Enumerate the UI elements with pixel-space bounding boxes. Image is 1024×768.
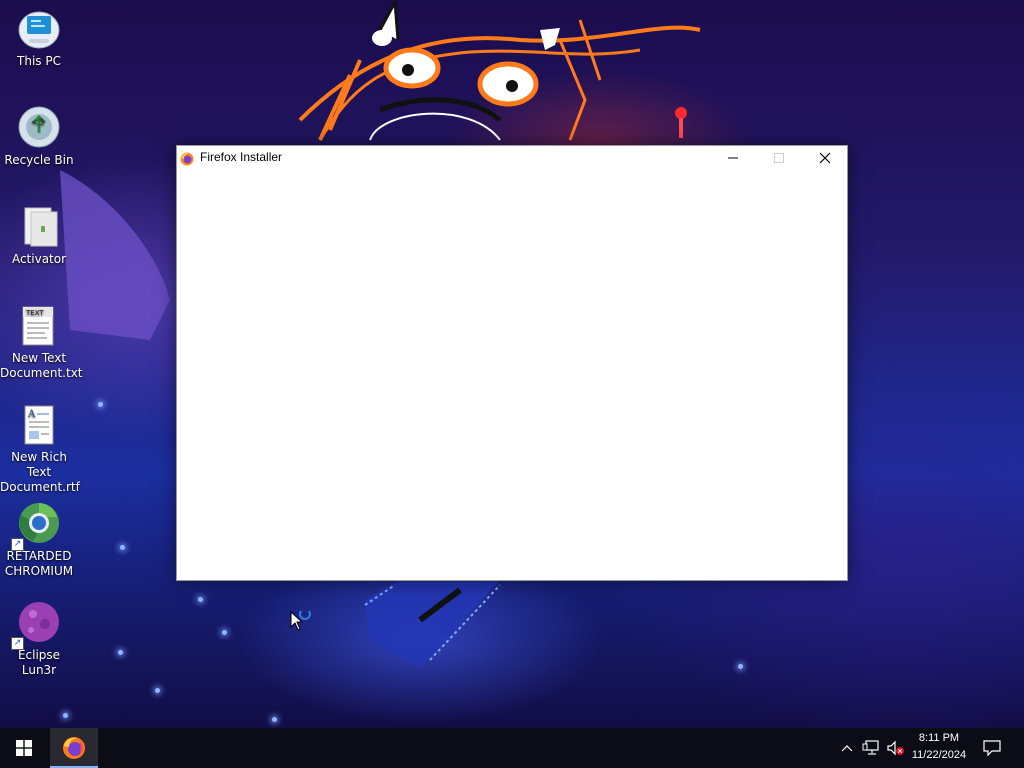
computer-icon (17, 6, 61, 50)
wallpaper-star (63, 713, 68, 718)
window-title: Firefox Installer (200, 150, 283, 164)
wallpaper-star (120, 545, 125, 550)
svg-text:<3: <3 (31, 118, 44, 128)
desktop-icon-label: Eclipse Lun3r (17, 648, 61, 677)
desktop-icon-label: This PC (17, 54, 61, 68)
mouse-cursor (290, 608, 316, 637)
start-button[interactable] (0, 728, 48, 768)
shortcut-arrow-icon: ↗ (11, 637, 24, 650)
desktop-icon-label: Recycle Bin (4, 153, 74, 167)
taskbar-clock[interactable]: 8:11 PM 11/22/2024 (906, 730, 972, 766)
application-icon (17, 204, 61, 248)
window-content (177, 170, 847, 580)
action-center-icon (983, 740, 1001, 756)
desktop-icon-label: Activator (11, 252, 67, 266)
taskbar: 8:11 PM 11/22/2024 (0, 728, 1024, 768)
shortcut-arrow-icon: ↗ (11, 538, 24, 551)
chromium-icon: ↗ (11, 501, 61, 551)
desktop-icon-eclipse-lun3r[interactable]: ↗ Eclipse Lun3r (0, 596, 78, 692)
desktop-icon-this-pc[interactable]: This PC (0, 2, 78, 98)
desktop-icon-retarded-chromium[interactable]: ↗ RETARDED CHROMIUM (0, 497, 78, 593)
desktop-icon-activator[interactable]: Activator (0, 200, 78, 296)
wallpaper-star (198, 597, 203, 602)
maximize-icon (773, 153, 784, 163)
eclipse-lun3r-icon: ↗ (11, 600, 61, 650)
recycle-bin-icon: <3 (17, 105, 61, 149)
firefox-installer-window[interactable]: Firefox Installer (176, 145, 848, 581)
minimize-button[interactable] (710, 146, 755, 170)
desktop[interactable]: This PC <3 Recycle Bin Activator TEXT Ne… (0, 0, 1024, 728)
network-button[interactable] (859, 728, 883, 768)
clock-time: 8:11 PM (918, 732, 960, 744)
desktop-icon-label: RETARDED CHROMIUM (4, 549, 74, 578)
wallpaper-star (98, 402, 103, 407)
desktop-icon-new-rich-text-document[interactable]: A New Rich Text Document.rtf (0, 398, 80, 494)
tray-overflow-button[interactable] (836, 728, 858, 768)
wallpaper-star (738, 664, 743, 669)
taskbar-app-firefox[interactable] (50, 728, 98, 768)
maximize-button[interactable] (756, 146, 801, 170)
close-icon (819, 152, 830, 164)
wallpaper-star (118, 650, 123, 655)
firefox-icon (63, 737, 85, 759)
wallpaper-star (272, 717, 277, 722)
windows-start-icon (16, 740, 32, 756)
wallpaper-star (222, 630, 227, 635)
svg-text:TEXT: TEXT (25, 309, 44, 317)
text-document-icon: TEXT (17, 303, 61, 347)
minimize-icon (727, 157, 738, 159)
desktop-icon-label: New Text Document.txt (0, 351, 83, 380)
wallpaper-star (155, 688, 160, 693)
desktop-icon-recycle-bin[interactable]: <3 Recycle Bin (0, 101, 78, 197)
rich-text-document-icon: A (17, 402, 61, 446)
desktop-icon-new-text-document[interactable]: TEXT New Text Document.txt (0, 299, 83, 395)
clock-date: 11/22/2024 (911, 749, 967, 761)
volume-muted-icon (887, 740, 904, 756)
window-titlebar[interactable]: Firefox Installer (177, 146, 847, 170)
desktop-icon-label: New Rich Text Document.rtf (0, 450, 80, 494)
volume-button[interactable] (884, 728, 906, 768)
action-center-button[interactable] (978, 728, 1006, 768)
chevron-up-icon (841, 745, 853, 752)
firefox-icon (180, 151, 194, 166)
close-button[interactable] (802, 146, 847, 170)
network-icon (862, 740, 879, 755)
svg-text:A: A (27, 409, 36, 420)
